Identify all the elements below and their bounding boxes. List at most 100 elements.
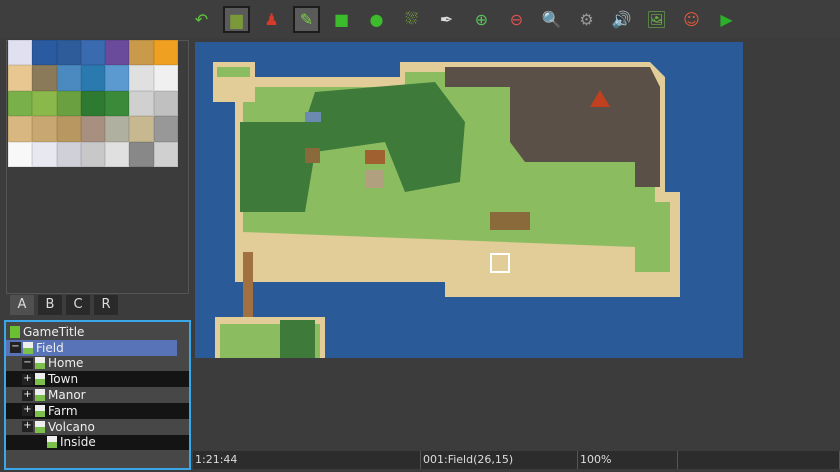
- rectangle-button[interactable]: ■: [328, 6, 355, 33]
- tile[interactable]: [8, 40, 33, 66]
- tile[interactable]: [56, 40, 81, 66]
- tile[interactable]: [32, 116, 57, 142]
- map-tree-label: Farm: [48, 403, 78, 418]
- event-layer-button[interactable]: ♟: [258, 6, 285, 33]
- collapse-icon[interactable]: −: [22, 357, 33, 369]
- map-layer-icon: ▆: [230, 9, 243, 29]
- tile[interactable]: [129, 65, 154, 91]
- map-tree-item[interactable]: GameTitle: [6, 324, 189, 340]
- map-icon: [35, 373, 45, 386]
- fill-icon: ⛆: [405, 9, 418, 28]
- tile[interactable]: [56, 90, 81, 117]
- tile[interactable]: [80, 141, 106, 167]
- tile[interactable]: [129, 40, 154, 66]
- map-icon: [35, 357, 45, 370]
- tile[interactable]: [8, 141, 33, 167]
- tile[interactable]: [105, 65, 130, 91]
- shadow-pen-icon: ✒: [439, 9, 454, 29]
- zoom-out-icon: ⊖: [509, 9, 524, 29]
- tile[interactable]: [80, 90, 106, 117]
- zoom-in-icon: ⊕: [474, 9, 489, 29]
- tile[interactable]: [32, 40, 57, 66]
- shadow-pen-button[interactable]: ✒: [433, 6, 460, 33]
- map-tree-label: Home: [48, 356, 84, 371]
- tile[interactable]: [153, 90, 178, 117]
- pencil-button[interactable]: ✎: [293, 5, 320, 33]
- tile[interactable]: [32, 141, 57, 167]
- map-tree-item[interactable]: + Volcano: [6, 419, 189, 435]
- map-tree-item[interactable]: − Field: [6, 339, 177, 356]
- map-tree-item[interactable]: − Home: [6, 356, 189, 372]
- playtest-icon: ▶: [720, 9, 733, 29]
- sound-button[interactable]: 🔊: [608, 6, 635, 33]
- tab-c[interactable]: C: [66, 295, 90, 315]
- resource-manager-icon: 🖼: [646, 9, 667, 29]
- zoom-actual-button[interactable]: 🔍: [538, 6, 565, 33]
- expand-icon[interactable]: +: [22, 421, 33, 433]
- map-tree-label: Town: [48, 372, 79, 387]
- map-icon: [47, 436, 57, 449]
- fill-button[interactable]: ⛆: [398, 6, 425, 33]
- toolbar: ↶ ▆ ♟ ✎ ■ ● ⛆ ✒ ⊕ ⊖ 🔍 ⚙ 🔊 🖼 ☺ ▶: [0, 0, 840, 38]
- ellipse-button[interactable]: ●: [363, 6, 390, 33]
- tile[interactable]: [56, 116, 81, 142]
- tile[interactable]: [153, 65, 178, 91]
- rectangle-icon: ■: [333, 9, 350, 29]
- tile[interactable]: [105, 90, 130, 117]
- map-tree[interactable]: GameTitle − Field − Home + Town + Manor + Farm + Vol…: [4, 320, 191, 470]
- tile[interactable]: [8, 116, 33, 142]
- tile[interactable]: [32, 90, 57, 117]
- zoom-in-button[interactable]: ⊕: [468, 6, 495, 33]
- tab-r[interactable]: R: [94, 295, 118, 315]
- map-icon: [23, 341, 33, 354]
- map-tree-label: Volcano: [48, 419, 95, 434]
- tile[interactable]: [105, 40, 130, 66]
- resource-manager-button[interactable]: 🖼: [643, 6, 670, 33]
- tile[interactable]: [153, 40, 178, 66]
- tileset-grid[interactable]: [8, 40, 178, 167]
- gear-button[interactable]: ⚙: [573, 6, 600, 33]
- map-icon: [35, 389, 45, 402]
- tile[interactable]: [80, 65, 106, 91]
- map-tree-item[interactable]: + Farm: [6, 402, 189, 419]
- tile[interactable]: [153, 141, 178, 167]
- expand-icon[interactable]: +: [22, 389, 33, 401]
- undo-icon: ↶: [194, 9, 209, 29]
- tile[interactable]: [80, 40, 106, 66]
- tile[interactable]: [56, 65, 81, 91]
- undo-button[interactable]: ↶: [188, 6, 215, 33]
- tile[interactable]: [105, 141, 130, 167]
- tile[interactable]: [129, 141, 154, 167]
- playtest-button[interactable]: ▶: [713, 6, 740, 33]
- map-tree-item[interactable]: Inside: [6, 434, 189, 451]
- map-tree-item[interactable]: + Manor: [6, 387, 189, 403]
- map-tree-label: Field: [36, 340, 64, 355]
- expand-icon[interactable]: +: [22, 373, 33, 385]
- status-zoom: 100%: [578, 451, 678, 469]
- character-generator-icon: ☺: [683, 9, 700, 29]
- map-tree-label: GameTitle: [23, 324, 85, 339]
- map-tree-label: Manor: [48, 388, 86, 403]
- tab-b[interactable]: B: [38, 295, 62, 315]
- tile[interactable]: [153, 116, 178, 142]
- tile[interactable]: [56, 141, 81, 167]
- tile[interactable]: [105, 116, 130, 142]
- pencil-icon: ✎: [299, 9, 314, 29]
- character-generator-button[interactable]: ☺: [678, 6, 705, 33]
- map-canvas[interactable]: [195, 42, 743, 358]
- tile[interactable]: [8, 65, 33, 91]
- tile[interactable]: [129, 116, 154, 142]
- tile[interactable]: [32, 65, 57, 91]
- map-layer-button[interactable]: ▆: [223, 5, 250, 33]
- tile[interactable]: [129, 90, 154, 117]
- tile[interactable]: [80, 116, 106, 142]
- map-tree-item[interactable]: + Town: [6, 371, 189, 388]
- tile[interactable]: [8, 90, 33, 117]
- map-icon: [35, 404, 45, 417]
- expand-icon[interactable]: +: [22, 405, 33, 417]
- collapse-icon[interactable]: −: [10, 342, 21, 354]
- zoom-out-button[interactable]: ⊖: [503, 6, 530, 33]
- ellipse-icon: ●: [369, 9, 384, 29]
- tab-a[interactable]: A: [10, 295, 34, 315]
- status-map-position: 001:Field(26,15): [421, 451, 578, 469]
